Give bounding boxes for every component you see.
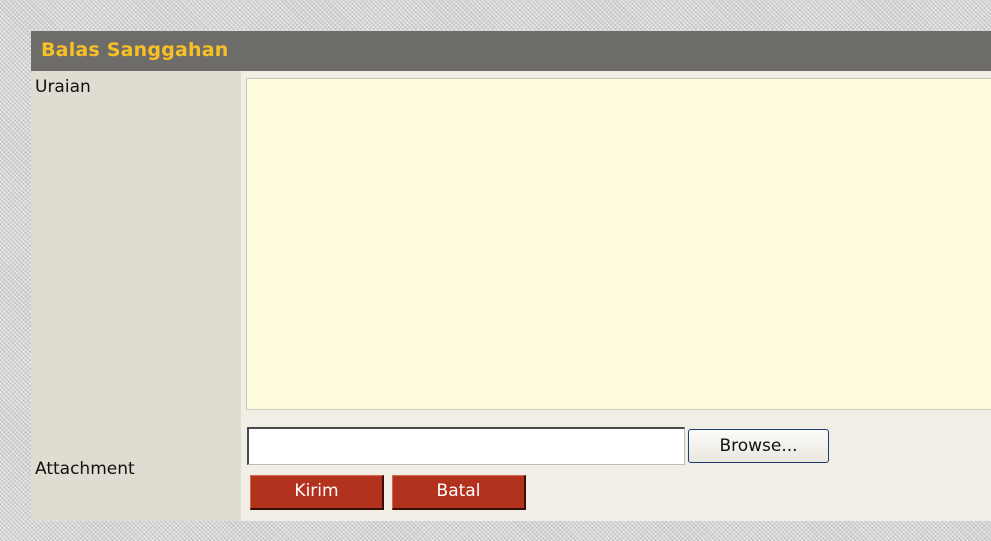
reply-form-panel: Balas Sanggahan Uraian Attachment Browse… xyxy=(31,31,991,521)
uraian-textarea[interactable] xyxy=(247,79,991,409)
kirim-button[interactable]: Kirim xyxy=(250,475,384,510)
label-column: Uraian Attachment xyxy=(31,71,241,521)
form-title: Balas Sanggahan xyxy=(41,39,229,61)
attachment-file-path-input[interactable] xyxy=(247,427,685,465)
uraian-label: Uraian xyxy=(35,77,91,97)
browse-button[interactable]: Browse... xyxy=(688,429,829,463)
uraian-textarea-wrapper xyxy=(246,78,991,410)
batal-button[interactable]: Batal xyxy=(392,475,526,510)
attachment-label: Attachment xyxy=(35,459,135,479)
form-header: Balas Sanggahan xyxy=(31,31,991,71)
